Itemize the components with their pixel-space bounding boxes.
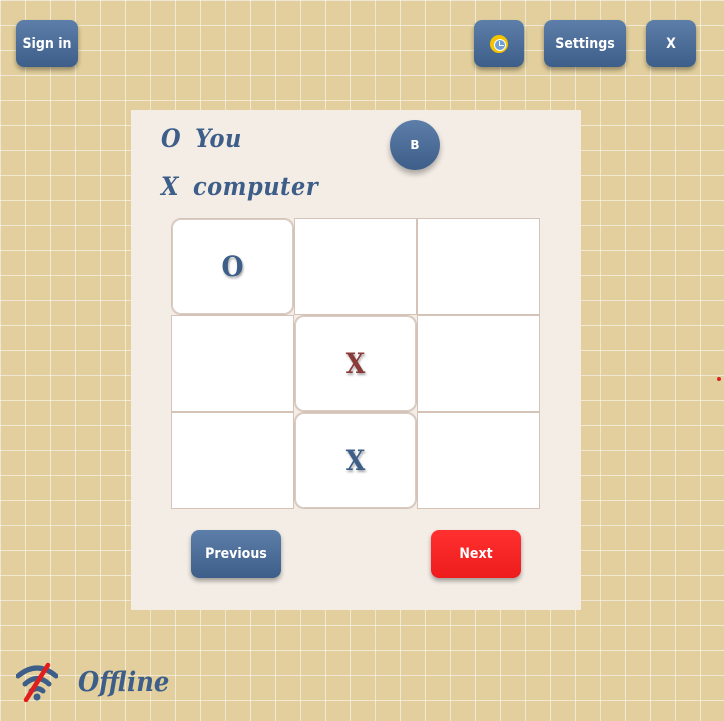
clock-icon — [490, 34, 508, 53]
indicator-dot — [717, 377, 721, 381]
board-cell-3[interactable] — [417, 218, 540, 315]
player-you-symbol: O — [161, 124, 182, 153]
history-button[interactable] — [474, 20, 524, 67]
previous-button[interactable]: Previous — [191, 530, 281, 578]
game-board: O X X — [171, 218, 541, 510]
board-cell-6[interactable] — [417, 315, 540, 412]
cell-mark: O — [221, 250, 244, 283]
next-button[interactable]: Next — [431, 530, 521, 578]
close-button[interactable]: X — [646, 20, 696, 67]
round-badge[interactable]: B — [390, 120, 440, 170]
board-cell-4[interactable] — [171, 315, 294, 412]
board-cell-1[interactable]: O — [171, 218, 294, 315]
cell-mark: X — [345, 347, 366, 380]
player-computer-legend: Xcomputer — [161, 172, 318, 201]
board-cell-2[interactable] — [294, 218, 417, 315]
player-computer-label: computer — [192, 172, 319, 201]
sign-in-button[interactable]: Sign in — [16, 20, 78, 67]
player-you-legend: O You — [161, 124, 242, 153]
cell-mark: X — [345, 444, 366, 477]
status-text: Offline — [78, 666, 170, 698]
player-computer-symbol: X — [161, 172, 179, 201]
wifi-off-icon — [16, 662, 58, 702]
connection-status: Offline — [16, 660, 169, 704]
board-cell-9[interactable] — [417, 412, 540, 509]
game-panel: O You Xcomputer B O X X Previous Next — [131, 110, 581, 610]
board-cell-8[interactable]: X — [294, 412, 417, 509]
board-cell-5[interactable]: X — [294, 315, 417, 412]
settings-button[interactable]: Settings — [544, 20, 626, 67]
board-cell-7[interactable] — [171, 412, 294, 509]
player-you-label: You — [195, 124, 242, 153]
